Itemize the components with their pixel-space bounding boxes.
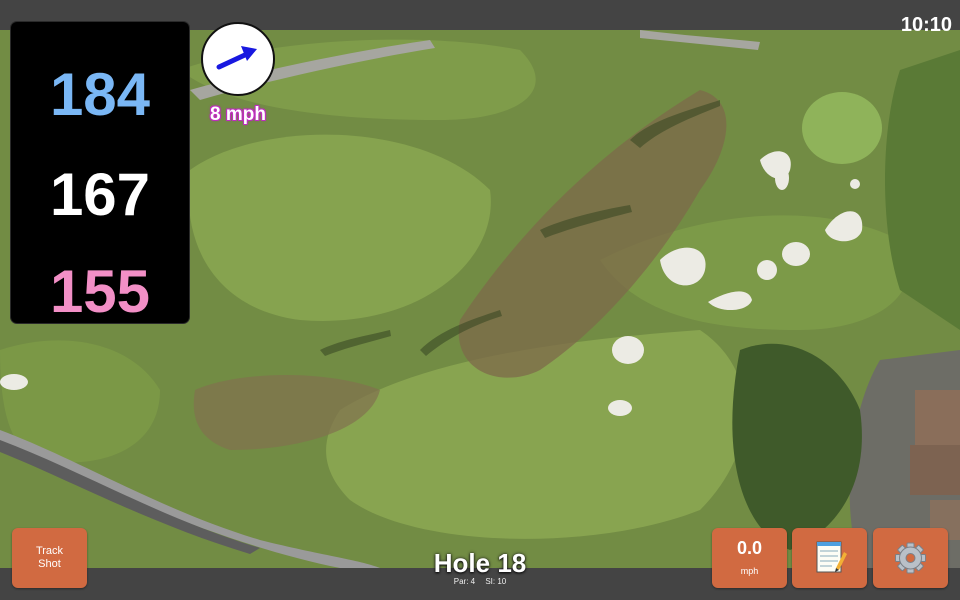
speed-unit: mph — [740, 566, 759, 576]
center-distance: 167 — [49, 161, 151, 228]
settings-button[interactable] — [873, 528, 948, 588]
distance-panel: 184 167 155 — [11, 22, 189, 325]
wind-indicator — [201, 22, 275, 96]
hole-title: Hole 18 — [433, 548, 527, 578]
clock-time: 10:10 — [900, 14, 952, 36]
track-shot-label-line1: Track — [35, 545, 64, 557]
notepad-icon — [816, 541, 847, 573]
speed-value: 0.0 — [736, 538, 763, 558]
track-shot-button[interactable]: Track Shot — [12, 528, 87, 588]
track-shot-label-line2: Shot — [38, 558, 61, 570]
hole-stroke-index: SI: 10 — [485, 577, 507, 586]
gear-icon — [895, 542, 926, 574]
wind-arrow-icon — [216, 46, 257, 70]
back-distance: 184 — [49, 61, 151, 128]
front-distance: 155 — [49, 258, 151, 325]
wind-speed-label: 8 mph — [210, 104, 266, 125]
notes-button[interactable] — [792, 528, 867, 588]
hole-par: Par: 4 — [453, 577, 476, 586]
hole-info: Par: 4 SI: 10 — [380, 577, 580, 586]
speed-button[interactable]: 0.0 mph — [712, 528, 787, 588]
